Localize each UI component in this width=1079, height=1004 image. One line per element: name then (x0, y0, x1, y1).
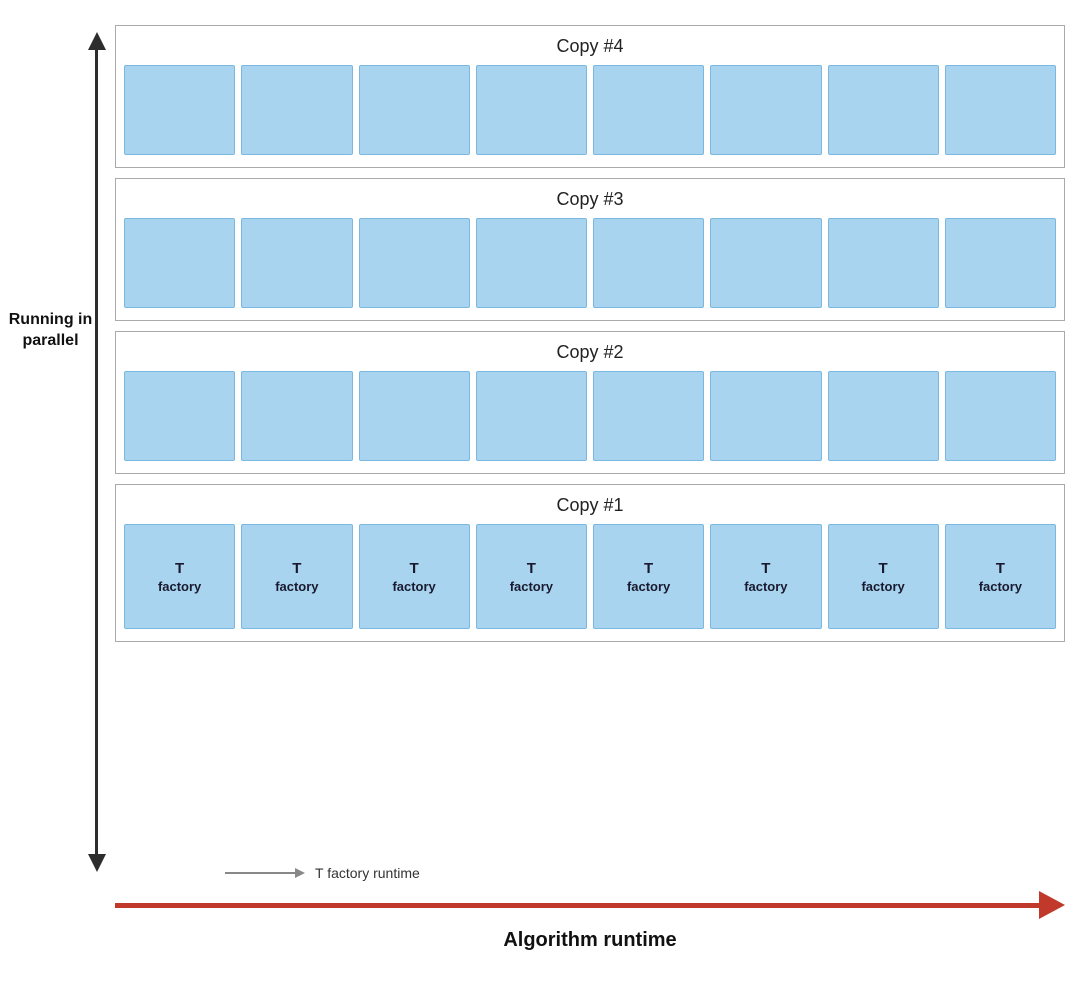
copy2-title: Copy #2 (124, 342, 1056, 363)
factory-label: factory (392, 579, 435, 594)
algo-arrow-head (1039, 891, 1065, 919)
arrow-bottom-head (88, 854, 106, 872)
t-runtime-label: T factory runtime (315, 865, 420, 881)
copy2-grid (124, 371, 1056, 461)
factory-cell (241, 218, 352, 308)
factory-cell (945, 65, 1056, 155)
copy1-title: Copy #1 (124, 495, 1056, 516)
t-label: T (879, 560, 888, 577)
t-arrow-head (295, 868, 305, 878)
t-factory-arrow (225, 868, 305, 878)
copy3-title: Copy #3 (124, 189, 1056, 210)
factory-cell (241, 65, 352, 155)
factory-label: factory (510, 579, 553, 594)
copy-row-3: Copy #3 (115, 178, 1065, 321)
factory-cell-labeled: T factory (828, 524, 939, 629)
parallel-arrow (95, 32, 98, 872)
factory-cell (124, 65, 235, 155)
factory-cell (476, 371, 587, 461)
copy-row-2: Copy #2 (115, 331, 1065, 474)
factory-cell (710, 371, 821, 461)
factory-cell (241, 371, 352, 461)
factory-cell-labeled: T factory (124, 524, 235, 629)
main-area: Copy #4 Copy #3 (115, 25, 1065, 652)
t-label: T (175, 560, 184, 577)
factory-cell (593, 371, 704, 461)
factory-label: factory (627, 579, 670, 594)
t-label: T (761, 560, 770, 577)
factory-cell-labeled: T factory (476, 524, 587, 629)
algo-arrow-row (115, 891, 1065, 919)
factory-cell-labeled: T factory (593, 524, 704, 629)
algo-arrow-line (115, 903, 1039, 908)
factory-cell-labeled: T factory (945, 524, 1056, 629)
factory-cell (124, 218, 235, 308)
t-runtime-row: T factory runtime (115, 865, 1065, 881)
factory-label: factory (744, 579, 787, 594)
factory-cell-labeled: T factory (710, 524, 821, 629)
factory-cell (945, 371, 1056, 461)
t-label: T (644, 560, 653, 577)
factory-label: factory (158, 579, 201, 594)
factory-cell (359, 371, 470, 461)
copy-row-4: Copy #4 (115, 25, 1065, 168)
factory-label: factory (979, 579, 1022, 594)
copy1-grid: T factory T factory T factory T factory … (124, 524, 1056, 629)
algo-runtime-label: Algorithm runtime (115, 929, 1065, 952)
parallel-label: Running in parallel (8, 310, 93, 352)
t-arrow-line (225, 872, 295, 874)
factory-cell-labeled: T factory (359, 524, 470, 629)
factory-cell (593, 218, 704, 308)
copy3-grid (124, 218, 1056, 308)
t-label: T (410, 560, 419, 577)
bottom-area: T factory runtime Algorithm runtime (115, 865, 1065, 952)
factory-cell (828, 65, 939, 155)
factory-cell (124, 371, 235, 461)
factory-label: factory (275, 579, 318, 594)
factory-cell (359, 218, 470, 308)
factory-cell-labeled: T factory (241, 524, 352, 629)
t-label: T (527, 560, 536, 577)
factory-label: factory (861, 579, 904, 594)
copy-row-1: Copy #1 T factory T factory T factory T … (115, 484, 1065, 642)
arrow-vertical-line (95, 50, 98, 854)
factory-cell (593, 65, 704, 155)
factory-cell (359, 65, 470, 155)
copy4-grid (124, 65, 1056, 155)
factory-cell (710, 218, 821, 308)
factory-cell (828, 218, 939, 308)
factory-cell (828, 371, 939, 461)
t-label: T (292, 560, 301, 577)
factory-cell (476, 65, 587, 155)
factory-cell (710, 65, 821, 155)
factory-cell (476, 218, 587, 308)
diagram-container: Running in parallel Copy #4 Copy #3 (0, 10, 1079, 1004)
copy4-title: Copy #4 (124, 36, 1056, 57)
arrow-top-head (88, 32, 106, 50)
t-label: T (996, 560, 1005, 577)
factory-cell (945, 218, 1056, 308)
